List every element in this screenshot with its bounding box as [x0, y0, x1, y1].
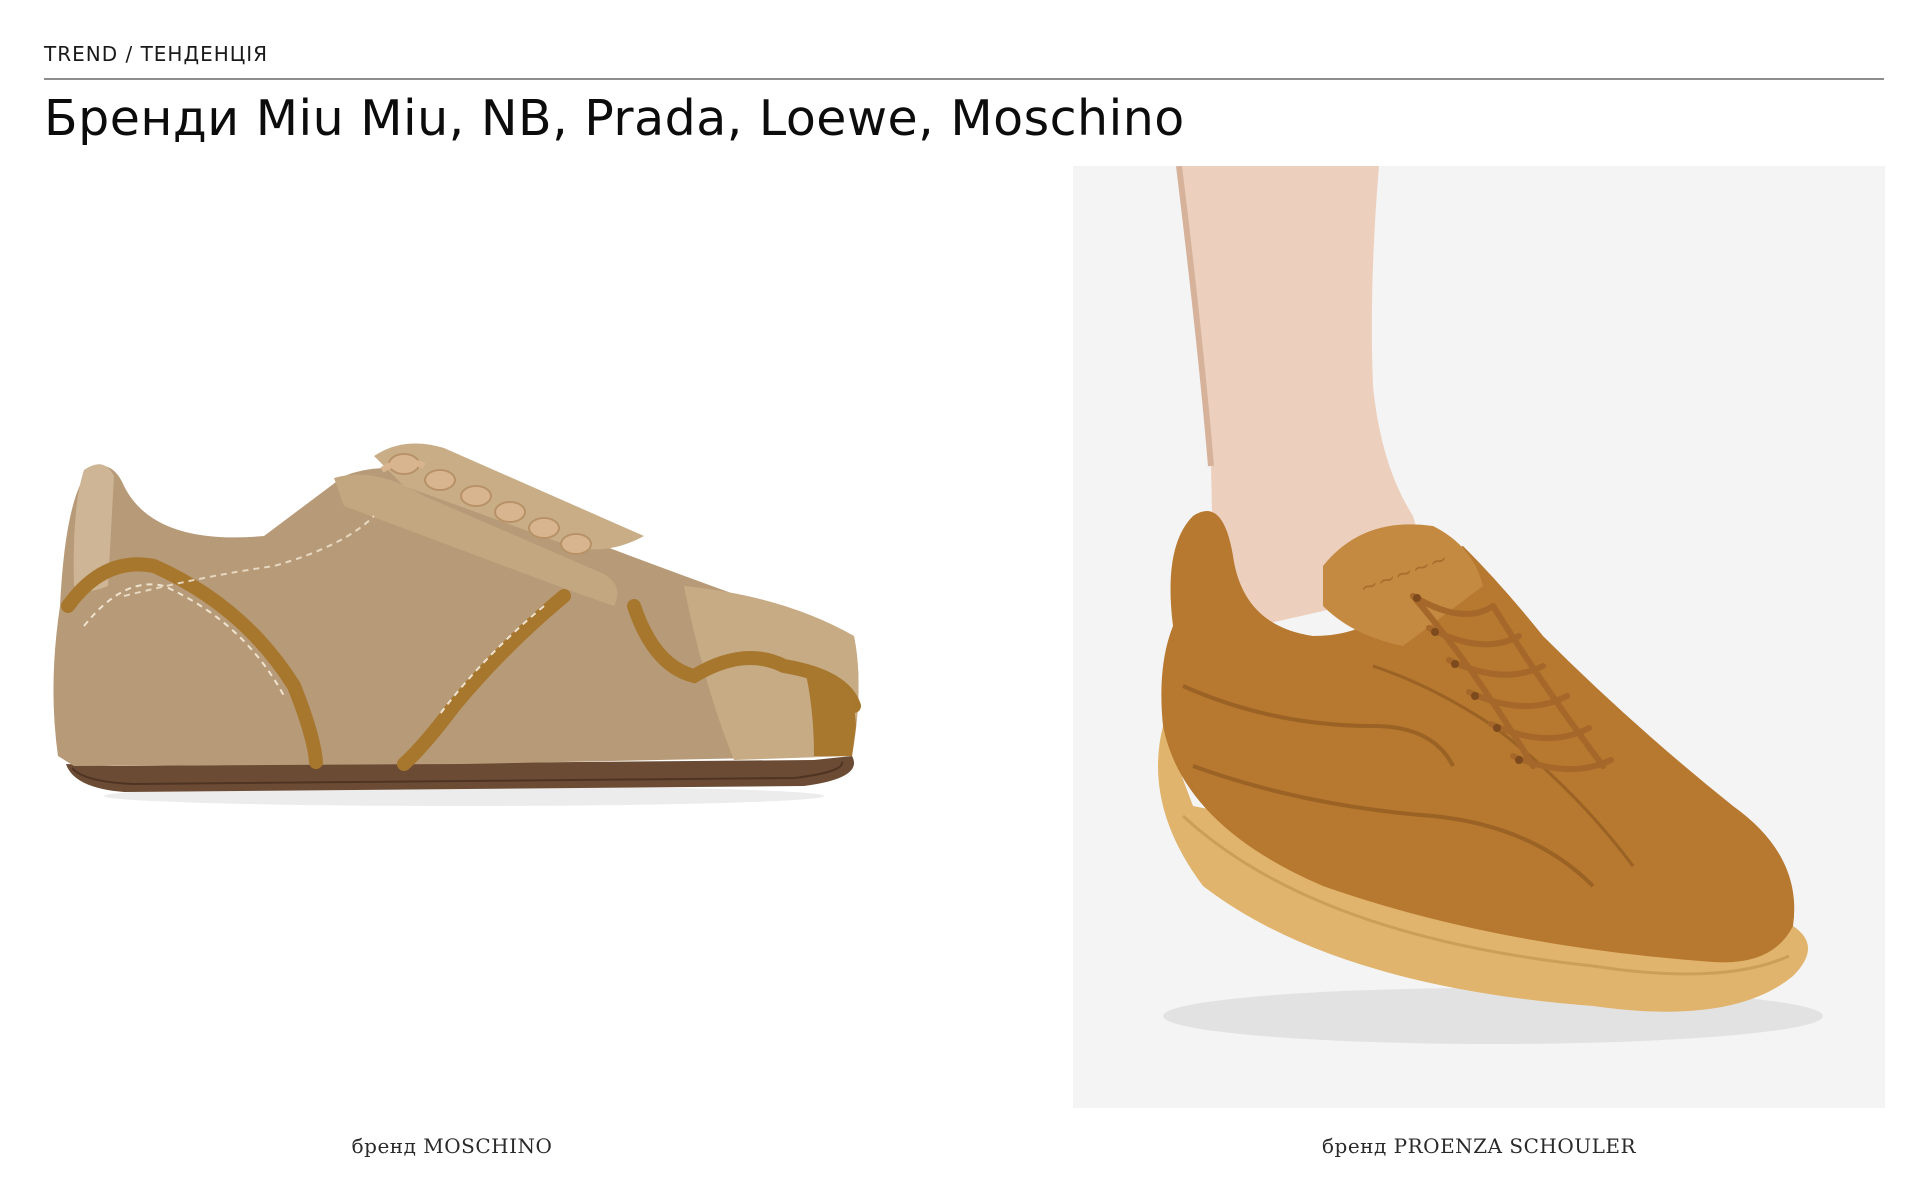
section-eyebrow: TREND / ТЕНДЕНЦІЯ: [44, 42, 269, 66]
caption-proenza-schouler: бренд PROENZA SCHOULER: [1321, 1134, 1637, 1158]
caption-moschino: бренд MOSCHINO: [351, 1134, 553, 1158]
moschino-sneaker-image: [44, 166, 1038, 1108]
page-title: Бренди Miu Miu, NB, Prada, Loewe, Moschi…: [44, 90, 1185, 147]
header-divider: [44, 78, 1884, 80]
proenza-schouler-sneaker-image: ~~~~~: [1073, 166, 1885, 1108]
